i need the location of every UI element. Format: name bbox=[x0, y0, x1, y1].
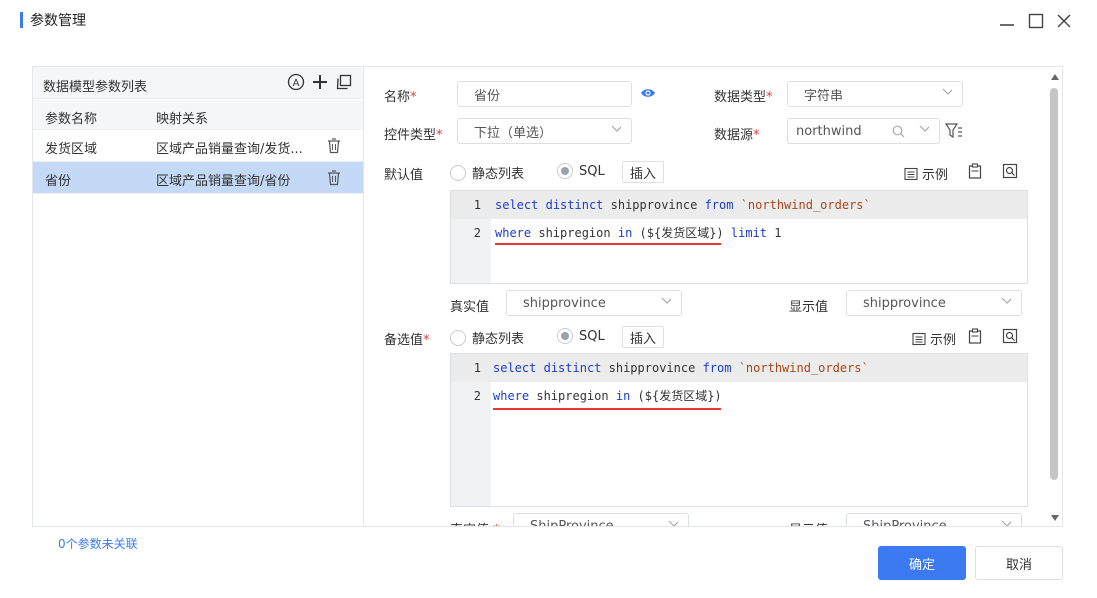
delete-icon[interactable] bbox=[327, 170, 343, 186]
parameter-list-title: 数据模型参数列表 bbox=[43, 80, 148, 95]
scroll-up-arrow[interactable] bbox=[1050, 70, 1060, 80]
display-value-label: 显示值 bbox=[789, 300, 829, 315]
parameter-detail-panel: 名称* 省份 数据类型* 字符串 控件类型* 下拉（单选） 数据源* north… bbox=[363, 66, 1063, 527]
radio-static-list[interactable]: 静态列表 bbox=[450, 328, 524, 347]
display-value-select[interactable]: ShipProvince bbox=[846, 513, 1022, 526]
candidate-value-label: 备选值* bbox=[384, 333, 430, 348]
title-accent-bar bbox=[20, 12, 23, 28]
display-value-label: 显示值 bbox=[789, 519, 828, 526]
real-value-label: 真实值 * bbox=[450, 519, 500, 526]
name-label: 名称* bbox=[384, 90, 417, 105]
scrollbar-thumb[interactable] bbox=[1050, 88, 1058, 480]
code-line-2: where shipregion in (${发货区域}) bbox=[493, 389, 722, 403]
radio-static-list[interactable]: 静态列表 bbox=[450, 163, 524, 182]
radio-button[interactable] bbox=[450, 329, 466, 346]
cancel-button[interactable]: 取消 bbox=[975, 546, 1063, 580]
chevron-down-icon bbox=[661, 297, 671, 304]
chevron-down-icon bbox=[942, 88, 952, 95]
example-button[interactable]: 示例 bbox=[912, 329, 956, 348]
radio-button[interactable] bbox=[450, 164, 466, 181]
maximize-icon[interactable] bbox=[1025, 10, 1047, 32]
default-sql-editor[interactable]: 1 2 select distinct shipprovince from `n… bbox=[450, 190, 1028, 284]
clipboard-icon[interactable] bbox=[967, 163, 983, 179]
col-header-name: 参数名称 bbox=[45, 112, 98, 127]
real-value-select[interactable]: ShipProvince bbox=[513, 513, 689, 526]
radio-button-selected[interactable] bbox=[557, 163, 573, 179]
clipboard-icon[interactable] bbox=[967, 328, 983, 344]
line-number: 1 bbox=[473, 198, 481, 212]
unlinked-params-status[interactable]: 0个参数未关联 bbox=[58, 535, 138, 552]
chevron-down-icon bbox=[668, 520, 678, 526]
dialog-title: 参数管理 bbox=[30, 13, 86, 29]
auto-match-icon[interactable]: A bbox=[285, 71, 307, 93]
parameter-list-panel: 数据模型参数列表 A 参数名称 映射关系 发货区域 区域产品销量查询/发货...… bbox=[32, 66, 363, 527]
datasource-label: 数据源* bbox=[714, 128, 760, 143]
radio-sql[interactable]: SQL bbox=[557, 328, 605, 344]
delete-icon[interactable] bbox=[327, 138, 343, 154]
datatype-select[interactable]: 字符串 bbox=[787, 81, 963, 107]
datatype-label: 数据类型* bbox=[714, 90, 773, 105]
display-value-select[interactable]: shipprovince bbox=[846, 290, 1022, 316]
line-number: 2 bbox=[473, 389, 481, 403]
line-number: 1 bbox=[473, 361, 481, 375]
scroll-down-arrow[interactable] bbox=[1050, 511, 1060, 521]
chevron-down-icon bbox=[611, 125, 621, 132]
example-button[interactable]: 示例 bbox=[904, 164, 948, 183]
chevron-down-icon bbox=[1001, 297, 1011, 304]
minimize-icon[interactable] bbox=[996, 10, 1018, 32]
parameter-list-header: 数据模型参数列表 A bbox=[33, 67, 363, 99]
ok-button[interactable]: 确定 bbox=[878, 546, 966, 580]
candidate-sql-editor[interactable]: 1 2 select distinct shipprovince from `n… bbox=[450, 353, 1028, 507]
radio-button-selected[interactable] bbox=[557, 328, 573, 344]
close-icon[interactable] bbox=[1053, 10, 1075, 32]
parameter-table-header: 参数名称 映射关系 bbox=[33, 100, 363, 130]
radio-sql[interactable]: SQL bbox=[557, 163, 605, 179]
search-icon bbox=[892, 125, 905, 138]
line-number: 2 bbox=[473, 226, 481, 240]
preview-search-icon[interactable] bbox=[1002, 163, 1018, 179]
svg-text:A: A bbox=[293, 78, 300, 89]
row-param-name: 发货区域 bbox=[45, 142, 98, 157]
insert-button[interactable]: 插入 bbox=[622, 326, 664, 348]
row-param-name: 省份 bbox=[45, 174, 72, 189]
copy-parameter-icon[interactable] bbox=[333, 71, 355, 93]
list-icon bbox=[912, 332, 926, 345]
list-icon bbox=[904, 167, 918, 180]
row-param-mapping: 区域产品销量查询/发货... bbox=[156, 142, 303, 157]
col-header-mapping: 映射关系 bbox=[156, 112, 209, 127]
real-value-select[interactable]: shipprovince bbox=[506, 290, 682, 316]
code-line-1: select distinct shipprovince from `north… bbox=[495, 198, 871, 212]
table-row[interactable]: 发货区域 区域产品销量查询/发货... bbox=[33, 130, 363, 162]
eye-icon[interactable] bbox=[640, 86, 656, 102]
name-input[interactable]: 省份 bbox=[457, 81, 632, 107]
control-type-label: 控件类型* bbox=[384, 128, 443, 143]
datasource-select[interactable]: northwind bbox=[787, 118, 940, 144]
add-parameter-icon[interactable] bbox=[309, 71, 331, 93]
insert-button[interactable]: 插入 bbox=[622, 161, 664, 183]
table-row-selected[interactable]: 省份 区域产品销量查询/省份 bbox=[33, 162, 363, 194]
control-type-select[interactable]: 下拉（单选） bbox=[457, 118, 632, 144]
default-value-label: 默认值 bbox=[384, 168, 424, 183]
red-underline-annotation bbox=[495, 243, 721, 245]
chevron-down-icon bbox=[1001, 520, 1011, 526]
real-value-label: 真实值 bbox=[450, 300, 490, 315]
filter-icon[interactable] bbox=[944, 122, 963, 140]
row-param-mapping: 区域产品销量查询/省份 bbox=[156, 174, 291, 189]
dialog-title-bar bbox=[0, 0, 1097, 42]
code-line-1: select distinct shipprovince from `north… bbox=[493, 361, 869, 375]
preview-search-icon[interactable] bbox=[1002, 328, 1018, 344]
red-underline-annotation bbox=[493, 408, 721, 410]
chevron-down-icon bbox=[919, 125, 929, 132]
